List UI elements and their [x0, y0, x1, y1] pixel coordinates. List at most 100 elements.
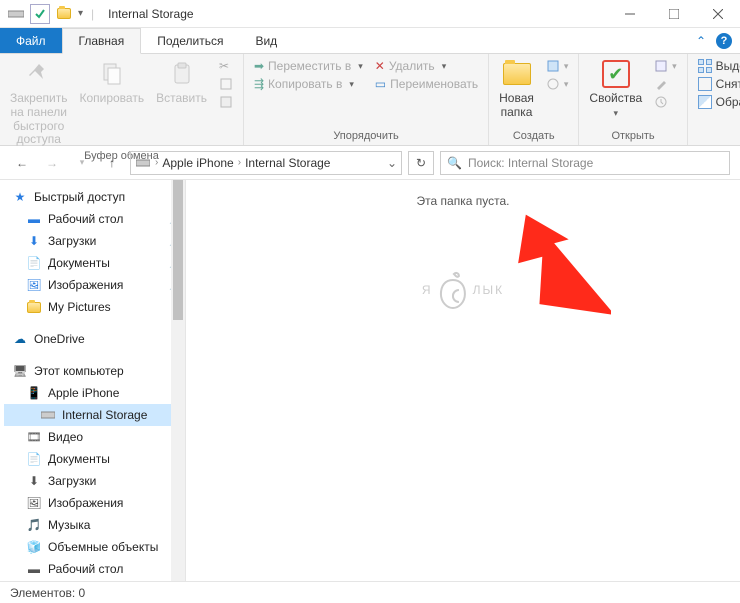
navbar: ← → ▾ ↑ › Apple iPhone › Internal Storag…: [0, 146, 740, 180]
copy-icon: [96, 58, 128, 90]
search-box[interactable]: 🔍 Поиск: Internal Storage: [440, 151, 730, 175]
move-to-button[interactable]: ➡Переместить в: [250, 58, 367, 74]
address-bar[interactable]: › Apple iPhone › Internal Storage ⌄: [130, 151, 402, 175]
search-icon: 🔍: [447, 156, 462, 170]
select-none-button[interactable]: Снять выделение: [694, 76, 740, 92]
up-button[interactable]: ↑: [100, 151, 124, 175]
close-button[interactable]: [696, 0, 740, 28]
paste-icon: [166, 58, 198, 90]
tab-view[interactable]: Вид: [239, 28, 293, 53]
help-icon[interactable]: ?: [716, 33, 732, 49]
phone-icon: 📱: [26, 385, 42, 401]
desktop-icon: ▬: [26, 211, 42, 227]
copy-path-button[interactable]: [215, 76, 237, 92]
collapse-ribbon-icon[interactable]: ⌃: [696, 34, 706, 48]
select-all-button[interactable]: Выделить все: [694, 58, 740, 74]
cut-button[interactable]: ✂: [215, 58, 237, 74]
tree-scrollbar[interactable]: [171, 180, 185, 581]
new-folder-button[interactable]: Новая папка: [495, 56, 538, 122]
tab-file[interactable]: Файл: [0, 28, 62, 53]
drive-icon: [40, 407, 56, 423]
forward-button[interactable]: →: [40, 151, 64, 175]
delete-button[interactable]: ✕Удалить: [371, 58, 482, 74]
tree-onedrive[interactable]: OneDrive: [34, 332, 85, 346]
folder-icon: [501, 58, 533, 90]
recent-dropdown[interactable]: ▾: [70, 151, 94, 175]
window-title: Internal Storage: [98, 7, 193, 21]
apple-icon: [435, 270, 471, 310]
tree-desktop[interactable]: Рабочий стол: [48, 212, 123, 226]
open-button[interactable]: ▾: [650, 58, 681, 74]
tree-thispc[interactable]: Этот компьютер: [34, 364, 124, 378]
crumb-internal[interactable]: Internal Storage: [245, 156, 330, 170]
tree-internal[interactable]: Internal Storage: [62, 408, 147, 422]
group-organize-label: Упорядочить: [250, 129, 482, 143]
pin-icon: [23, 58, 55, 90]
pictures-icon: 🖼: [26, 495, 42, 511]
documents-icon: 📄: [26, 451, 42, 467]
tree-quick-access[interactable]: Быстрый доступ: [34, 190, 125, 204]
empty-folder-message: Эта папка пуста.: [417, 194, 510, 208]
new-item-button[interactable]: ▾: [542, 58, 573, 74]
paste-shortcut-button[interactable]: [215, 94, 237, 110]
folder-icon: [26, 299, 42, 315]
minimize-button[interactable]: [608, 0, 652, 28]
select-none-icon: [698, 77, 712, 91]
tab-home[interactable]: Главная: [62, 28, 142, 54]
group-create-label: Создать: [495, 129, 572, 143]
easy-access-button[interactable]: ▾: [542, 76, 573, 92]
tree-music[interactable]: Музыка: [48, 518, 90, 532]
invert-selection-button[interactable]: Обратить выделение: [694, 94, 740, 110]
music-icon: 🎵: [26, 517, 42, 533]
status-item-count: Элементов: 0: [10, 586, 85, 600]
crumb-iphone[interactable]: Apple iPhone: [162, 156, 233, 170]
paste-button[interactable]: Вставить: [152, 56, 211, 108]
main-pane: Эта папка пуста. Я ЛЫК: [186, 180, 740, 581]
properties-button[interactable]: ✔ Свойства ▾: [585, 56, 646, 120]
onedrive-icon: ☁: [12, 331, 28, 347]
desktop-icon: ▬: [26, 561, 42, 577]
tree-pictures[interactable]: Изображения: [48, 278, 123, 292]
annotation-arrow: [491, 210, 611, 340]
tree-documents2[interactable]: Документы: [48, 452, 110, 466]
rename-icon: ▭: [375, 77, 386, 91]
back-button[interactable]: ←: [10, 151, 34, 175]
refresh-button[interactable]: ↻: [408, 151, 434, 175]
titlebar: ▾ | Internal Storage: [0, 0, 740, 28]
tree-downloads2[interactable]: Загрузки: [48, 474, 96, 488]
tree-mypictures[interactable]: My Pictures: [48, 300, 111, 314]
tab-share[interactable]: Поделиться: [141, 28, 239, 53]
ribbon-tabs: Файл Главная Поделиться Вид ⌃ ?: [0, 28, 740, 54]
download-icon: ⬇: [26, 473, 42, 489]
copy-button[interactable]: Копировать: [75, 56, 148, 108]
video-icon: 🎞: [26, 429, 42, 445]
maximize-button[interactable]: [652, 0, 696, 28]
tree-volumes[interactable]: Объемные объекты: [48, 540, 158, 554]
check-icon: ✔: [600, 58, 632, 90]
rename-button[interactable]: ▭Переименовать: [371, 76, 482, 92]
objects-icon: 🧊: [26, 539, 42, 555]
tree-desktop2[interactable]: Рабочий стол: [48, 562, 123, 576]
cut-icon: ✂: [219, 59, 229, 73]
copy-to-button[interactable]: ⇶Копировать в: [250, 76, 367, 92]
address-dropdown[interactable]: ⌄: [387, 156, 397, 170]
edit-button[interactable]: [650, 76, 681, 92]
status-bar: Элементов: 0: [0, 581, 740, 603]
search-placeholder: Поиск: Internal Storage: [468, 156, 593, 170]
history-button[interactable]: [650, 94, 681, 110]
copy-to-icon: ⇶: [254, 77, 264, 91]
delete-icon: ✕: [375, 59, 385, 73]
documents-icon: 📄: [26, 255, 42, 271]
move-icon: ➡: [254, 59, 264, 73]
tree-pictures2[interactable]: Изображения: [48, 496, 123, 510]
qat-checkbox[interactable]: [30, 4, 50, 24]
tree-video[interactable]: Видео: [48, 430, 83, 444]
qat-overflow[interactable]: ▾: [78, 8, 83, 19]
tree-documents[interactable]: Документы: [48, 256, 110, 270]
tree-iphone[interactable]: Apple iPhone: [48, 386, 119, 400]
pictures-icon: 🖼: [26, 277, 42, 293]
tree-downloads[interactable]: Загрузки: [48, 234, 96, 248]
group-select-label: Выделить: [694, 129, 740, 143]
pin-quickaccess-button[interactable]: Закрепить на панели быстрого доступа: [6, 56, 71, 149]
select-all-icon: [698, 59, 712, 73]
